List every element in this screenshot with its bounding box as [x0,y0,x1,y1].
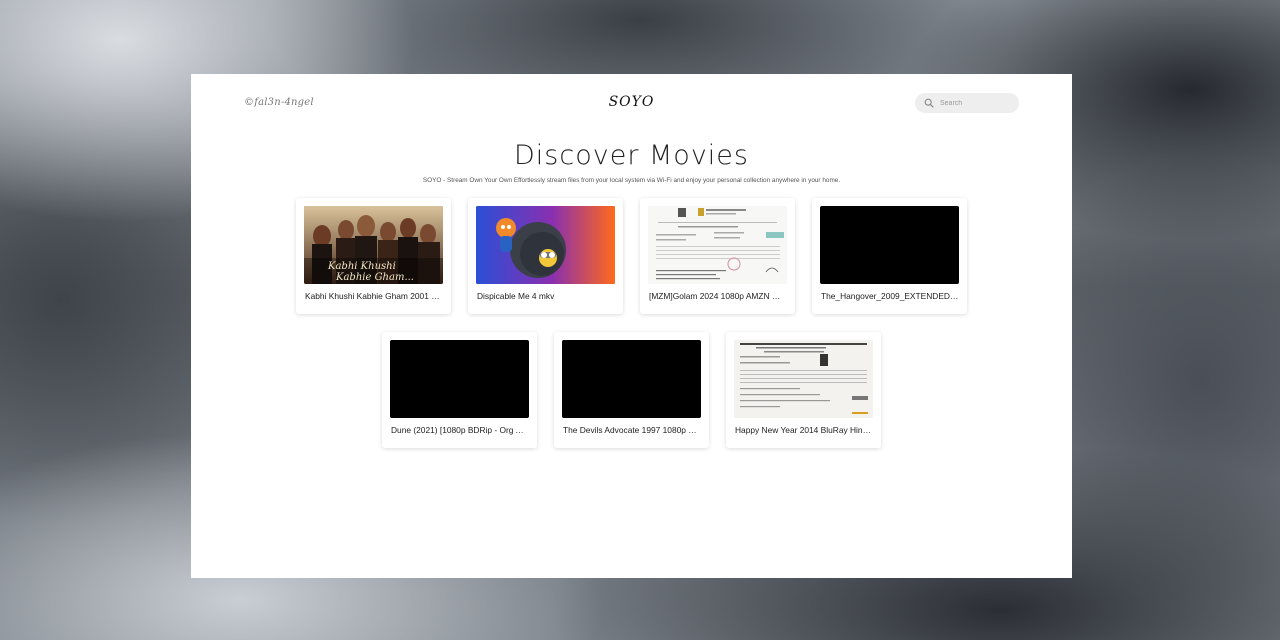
poster-image [734,340,873,418]
movie-title: Happy New Year 2014 BluRay Hindi 1080p [735,425,873,435]
movie-title: Dispicable Me 4 mkv [477,291,555,301]
app-window: ©fal3n-4ngel SOYO Discover Movies SOYO -… [191,74,1072,578]
movie-thumbnail [562,340,701,418]
poster-image [648,206,787,284]
movie-card[interactable]: Dispicable Me 4 mkv [468,198,623,314]
movie-title: [MZM]Golam 2024 1080p AMZN WEB-DL [649,291,787,301]
movie-title: The_Hangover_2009_EXTENDED_1080p [821,291,959,301]
movie-thumbnail [734,340,873,418]
poster-image [476,206,615,284]
movie-thumbnail [648,206,787,284]
movie-thumbnail: Kabhi Khushi Kabhie Gham... [304,206,443,284]
movie-card[interactable]: Happy New Year 2014 BluRay Hindi 1080p [726,332,881,448]
movie-thumbnail [476,206,615,284]
poster-title-line-1: Kabhi Khushi [328,261,396,272]
movie-title: Kabhi Khushi Kabhie Gham 2001 720p [305,291,443,301]
poster-title-line-2: Kabhie Gham... [336,272,414,283]
movie-card[interactable]: [MZM]Golam 2024 1080p AMZN WEB-DL [640,198,795,314]
movie-grid: Kabhi Khushi Kabhie Gham... Kabhi Khushi… [191,74,1072,578]
movie-title: The Devils Advocate 1997 1080p BluRay [563,425,701,435]
movie-card[interactable]: The Devils Advocate 1997 1080p BluRay [554,332,709,448]
movie-card[interactable]: Dune (2021) [1080p BDRip - Org Audio] [382,332,537,448]
movie-thumbnail [390,340,529,418]
movie-card[interactable]: The_Hangover_2009_EXTENDED_1080p [812,198,967,314]
movie-title: Dune (2021) [1080p BDRip - Org Audio] [391,425,529,435]
movie-card[interactable]: Kabhi Khushi Kabhie Gham... Kabhi Khushi… [296,198,451,314]
movie-thumbnail [820,206,959,284]
